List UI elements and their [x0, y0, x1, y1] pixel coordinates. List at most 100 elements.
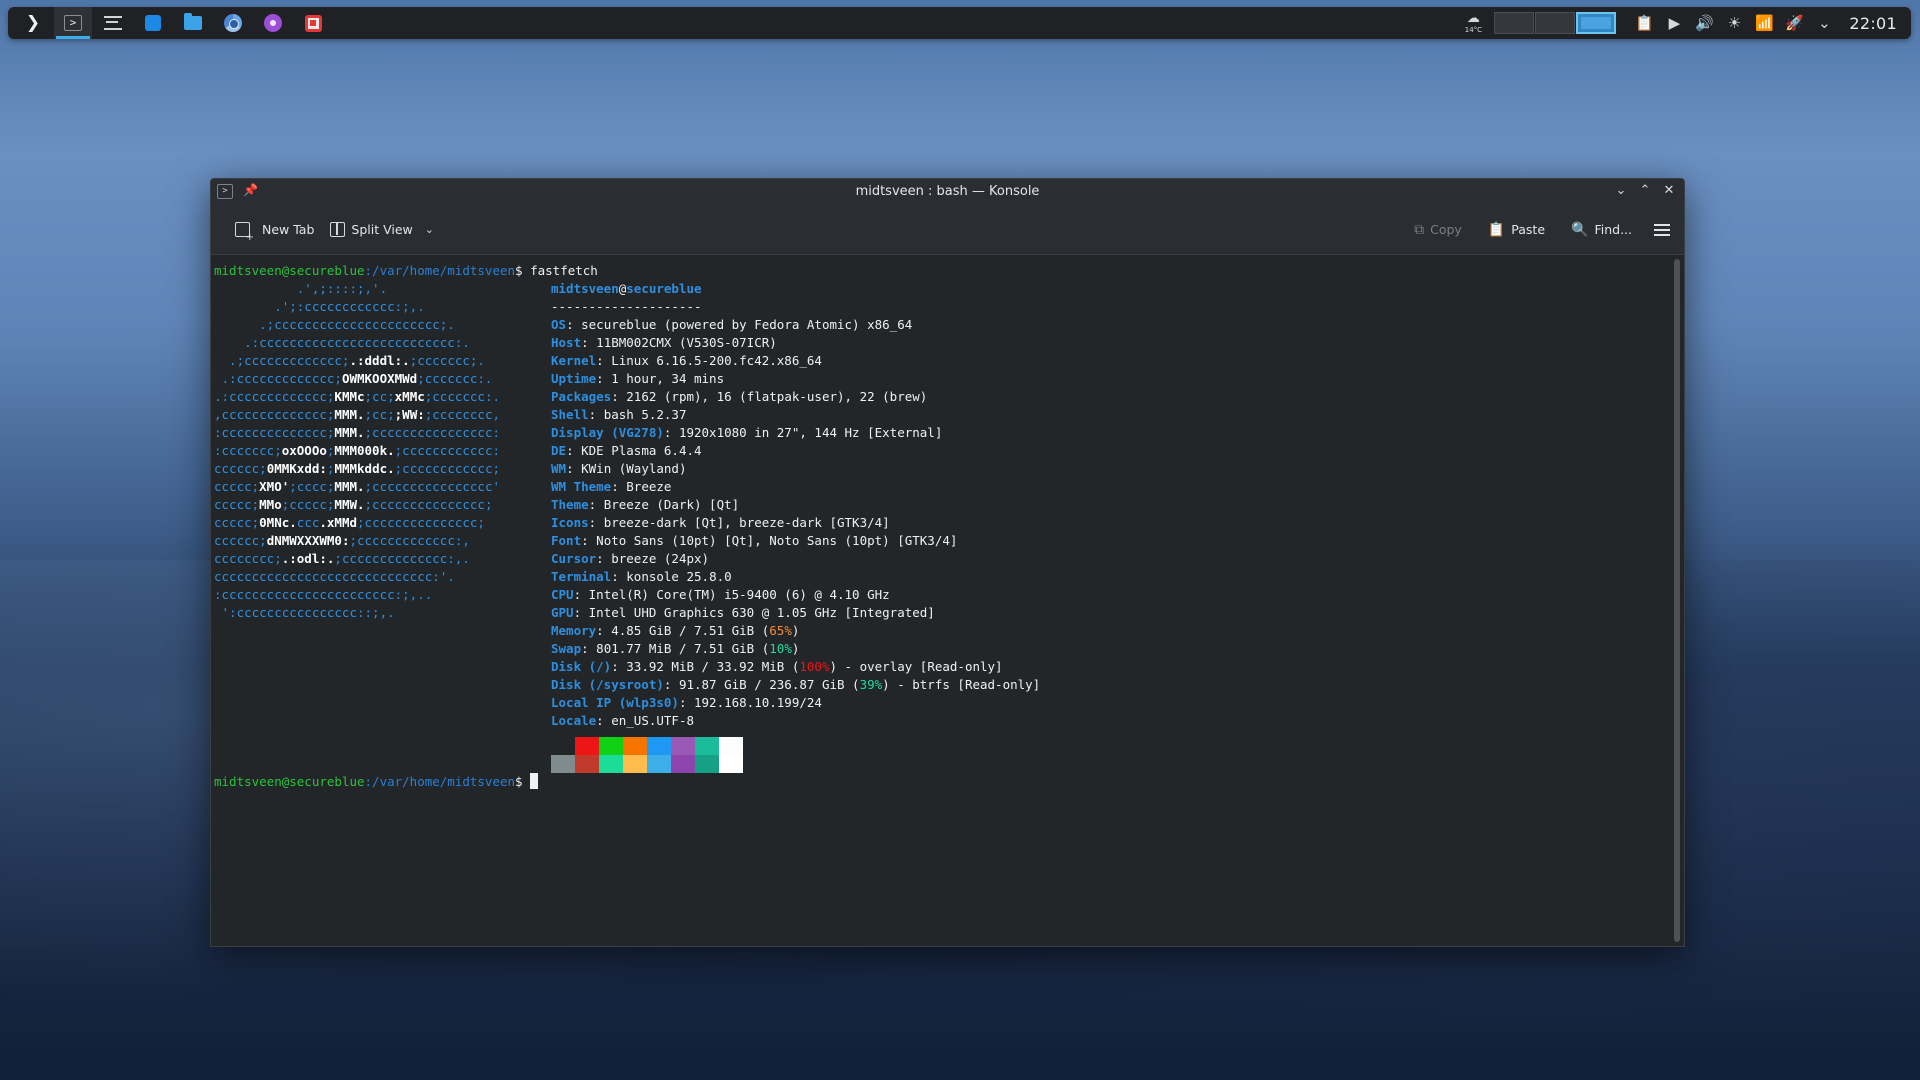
logo-segment: ;ccccccccccccc:, [349, 533, 470, 548]
info-header: midtsveen@secureblue [551, 280, 1040, 298]
copy-button[interactable]: ⧉ Copy [1406, 216, 1470, 244]
info-key: Uptime [551, 371, 597, 386]
task-manager: ❯ > [14, 7, 332, 39]
info-host: secureblue [626, 281, 702, 296]
system-tray-area: ☁ 14°C 📋 ▶ 🔊 ☀ 📶 🚀 ⌄ 22:01 [1458, 7, 1905, 39]
task-konsole[interactable]: > [54, 7, 92, 39]
palette-swatch [695, 755, 719, 773]
logo-segment: ccccc; [214, 497, 260, 512]
palette-swatch [551, 755, 575, 773]
digital-clock[interactable]: 22:01 [1839, 14, 1905, 33]
close-button[interactable]: ✕ [1660, 182, 1678, 200]
desktop-2[interactable] [1535, 12, 1576, 34]
clipboard-icon[interactable]: 📋 [1629, 7, 1659, 39]
logo-segment: MMM. [334, 425, 365, 440]
palette-swatch [551, 737, 575, 755]
logo-segment: MMo [259, 497, 282, 512]
task-flatseal[interactable] [294, 7, 332, 39]
info-line: Packages: 2162 (rpm), 16 (flatpak-user),… [551, 389, 928, 404]
paste-icon: 📋 [1487, 221, 1506, 238]
logo-line: ccccc;0MNc.ccc.xMMd;ccccccccccccccc; [214, 514, 551, 532]
task-system-monitor[interactable] [94, 7, 132, 39]
konsole-icon: > [64, 15, 82, 31]
info-line: Kernel: Linux 6.16.5-200.fc42.x86_64 [551, 353, 822, 368]
info-line: GPU: Intel UHD Graphics 630 @ 1.05 GHz [… [551, 605, 935, 620]
window-controls: ⌄ ⌃ ✕ [1612, 182, 1678, 200]
desktop-1[interactable] [1494, 12, 1535, 34]
logo-segment: ;ccccccc;. [409, 353, 485, 368]
info-line: WM: KWin (Wayland) [551, 461, 687, 476]
split-view-button[interactable]: Split View ⌄ [322, 216, 442, 243]
logo-segment: ;ccccccc:. [417, 371, 493, 386]
info-value: bash 5.2.37 [603, 407, 687, 422]
logo-line: ccccc;MMo;ccccc;MMW.;ccccccccccccccc; [214, 496, 551, 514]
volume-icon[interactable]: 🔊 [1689, 7, 1719, 39]
minimize-button[interactable]: ⌄ [1612, 182, 1630, 200]
info-key: WM Theme [551, 479, 612, 494]
task-file-manager[interactable] [174, 7, 212, 39]
logo-segment: ;ccccccccccccccc; [357, 515, 485, 530]
info-key: Memory [551, 623, 597, 638]
logo-segment: :ccccccccccccccccccccccc:;,.. [214, 587, 433, 602]
logo-segment: ;ccccccc:. [424, 389, 501, 404]
maximize-button[interactable]: ⌃ [1636, 182, 1654, 200]
system-monitor-icon [104, 16, 122, 30]
weather-widget[interactable]: ☁ 14°C [1458, 7, 1488, 39]
terminal-area[interactable]: midtsveen@secureblue:/var/home/midtsveen… [211, 255, 1670, 946]
prompt-symbol: $ [515, 263, 523, 278]
terminal-scrollbar[interactable] [1670, 255, 1684, 946]
logo-line: cccccc;dNMWXXXWM0:;ccccccccccccc:, [214, 532, 551, 550]
info-value: KDE Plasma 6.4.4 [581, 443, 702, 458]
new-tab-button[interactable]: New Tab [227, 216, 322, 243]
task-software-store[interactable] [134, 7, 172, 39]
palette-row-bright [551, 755, 1670, 773]
task-media-app[interactable] [254, 7, 292, 39]
media-player-icon[interactable]: ▶ [1659, 7, 1689, 39]
logo-segment: ;cccccccccccccccc' [364, 479, 500, 494]
info-key: Font [551, 533, 582, 548]
application-launcher-button[interactable]: ❯ [14, 7, 52, 39]
logo-segment: cccccc; [214, 533, 267, 548]
info-percent: 100% [799, 659, 830, 674]
logo-segment: .:cccccccccccccccccccccccccc:. [214, 335, 470, 350]
logo-segment: ccccccccccccccccccccccccccccc:'. [214, 569, 455, 584]
media-app-icon [264, 14, 282, 32]
folder-icon [184, 13, 202, 30]
window-titlebar[interactable]: > 📌 midtsveen : bash — Konsole ⌄ ⌃ ✕ [211, 179, 1684, 205]
hamburger-menu-icon[interactable] [1654, 223, 1670, 236]
updates-icon[interactable]: 🚀 [1779, 7, 1809, 39]
logo-segment: OWMKOOXMWd [341, 371, 418, 386]
paste-button[interactable]: 📋 Paste [1480, 216, 1553, 244]
tray-expand-chevron-icon[interactable]: ⌄ [1809, 7, 1839, 39]
info-value: 11BM002CMX (V530S-07ICR) [596, 335, 777, 350]
prompt-line-1: midtsveen@secureblue:/var/home/midtsveen… [214, 262, 1670, 280]
logo-segment: ;cc; [364, 389, 395, 404]
fedora-ascii-logo: .',;::::;,'. .';:cccccccccccc:;,. .;cccc… [214, 280, 551, 730]
split-view-label: Split View [351, 222, 413, 237]
wifi-icon[interactable]: 📶 [1749, 7, 1779, 39]
info-line: Swap: 801.77 MiB / 7.51 GiB (10%) [551, 641, 800, 656]
info-value-tail: ) - overlay [Read-only] [829, 659, 1003, 674]
brightness-icon[interactable]: ☀ [1719, 7, 1749, 39]
info-key: Kernel [551, 353, 597, 368]
task-chromium[interactable] [214, 7, 252, 39]
palette-swatch [575, 755, 599, 773]
palette-swatch [719, 755, 743, 773]
palette-swatch [599, 755, 623, 773]
info-value: 1920x1080 in 27", 144 Hz [External] [678, 425, 943, 440]
find-button[interactable]: 🔍 Find... [1563, 216, 1640, 244]
scrollbar-thumb[interactable] [1674, 259, 1680, 942]
logo-line: :cccccccccccccc;MMM.;cccccccccccccccc: [214, 424, 551, 442]
logo-line: .';:cccccccccccc:;,. [214, 298, 551, 316]
new-tab-label: New Tab [262, 222, 315, 237]
info-value: Intel UHD Graphics 630 @ 1.05 GHz [Integ… [588, 605, 935, 620]
info-value: Intel(R) Core(TM) i5-9400 (6) @ 4.10 GHz [588, 587, 890, 602]
info-user: midtsveen [551, 281, 619, 296]
desktop-3-active[interactable] [1576, 12, 1617, 34]
logo-line: .;ccccccccccccc;.:dddl:.;ccccccc;. [214, 352, 551, 370]
info-key: Host [551, 335, 582, 350]
logo-segment: .xMMd [319, 515, 358, 530]
konsole-window: > 📌 midtsveen : bash — Konsole ⌄ ⌃ ✕ New… [210, 178, 1685, 947]
info-key: Locale [551, 713, 597, 728]
info-line: Uptime: 1 hour, 34 mins [551, 371, 725, 386]
